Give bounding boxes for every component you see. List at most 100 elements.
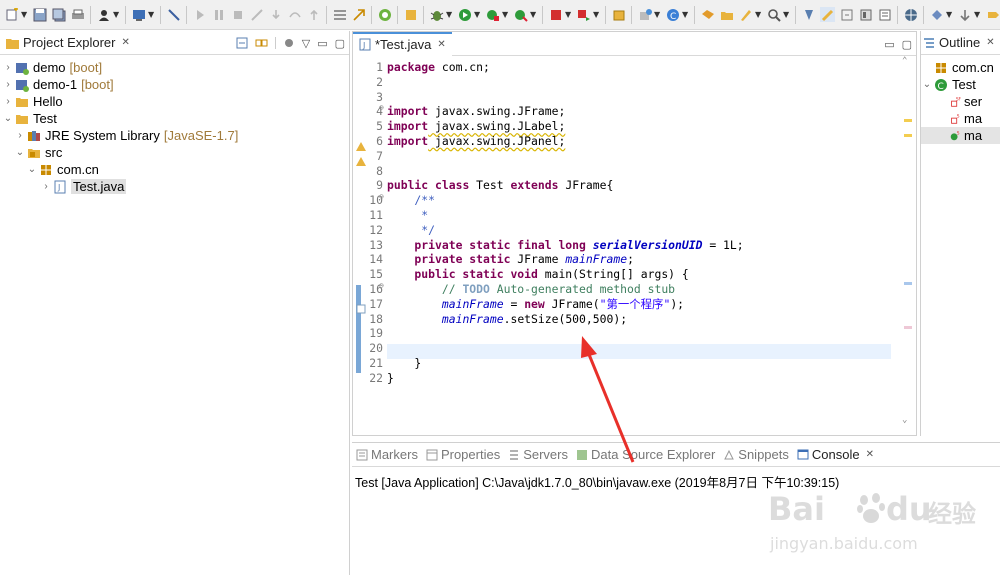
toggle-whitespace-icon[interactable] — [839, 7, 854, 22]
next-annotation-dropdown-arrow[interactable]: ▼ — [946, 10, 953, 19]
tab-markers[interactable]: Markers — [352, 447, 422, 462]
outline-item-package[interactable]: com.cn — [921, 59, 1000, 76]
fold-toggle-icon[interactable]: ⊖ — [379, 281, 384, 290]
tree-item-jre-library[interactable]: › JRE System Library [JavaSE-1.7] — [0, 127, 349, 144]
drop-frame-icon[interactable] — [351, 7, 366, 22]
focus-icon[interactable] — [283, 37, 295, 49]
tab-project-explorer[interactable]: Project Explorer ✕ — [0, 31, 136, 55]
expand-arrow-icon[interactable]: › — [2, 79, 14, 90]
collapse-arrow-icon[interactable]: ⌄ — [26, 164, 38, 175]
new-dropdown-arrow[interactable]: ▼ — [21, 10, 28, 19]
collapse-arrow-icon[interactable]: ⌄ — [14, 147, 26, 158]
tab-outline[interactable]: Outline ✕ — [921, 31, 1000, 55]
maximize-icon[interactable]: ▢ — [902, 38, 912, 51]
open-folder-icon[interactable] — [719, 7, 734, 22]
open-task-icon[interactable] — [700, 7, 715, 22]
tab-servers[interactable]: Servers — [504, 447, 572, 462]
show-source-icon[interactable] — [858, 7, 873, 22]
debug-dropdown-arrow[interactable]: ▼ — [446, 10, 453, 19]
warning-marker[interactable] — [904, 134, 912, 137]
tab-console[interactable]: Console ✕ — [792, 447, 878, 462]
tree-item-demo[interactable]: › demo [boot] — [0, 59, 349, 76]
view-menu-icon[interactable]: ▽ — [302, 37, 310, 50]
suspend-icon[interactable] — [211, 7, 226, 22]
search-dropdown-arrow[interactable]: ▼ — [783, 10, 790, 19]
toggle-mark-occurrences-icon[interactable] — [801, 7, 816, 22]
expand-arrow-icon[interactable]: › — [40, 181, 52, 192]
new-icon[interactable] — [4, 7, 19, 22]
collapse-all-icon[interactable] — [236, 37, 248, 49]
annotation-dropdown-arrow[interactable]: ▼ — [755, 10, 762, 19]
close-icon[interactable]: ✕ — [437, 39, 445, 50]
close-icon[interactable]: ✕ — [986, 37, 994, 48]
tab-snippets[interactable]: Snippets — [719, 447, 793, 462]
stop-server-icon[interactable] — [548, 7, 563, 22]
overview-ruler[interactable]: ⌃ ⌄ — [898, 56, 916, 435]
step-over-icon[interactable] — [287, 7, 302, 22]
print-icon[interactable] — [70, 7, 85, 22]
close-icon[interactable]: ✕ — [121, 37, 129, 48]
debug-icon[interactable] — [429, 7, 444, 22]
tree-item-demo-1[interactable]: › demo-1 [boot] — [0, 76, 349, 93]
fold-toggle-icon[interactable]: ⊖ — [379, 103, 384, 112]
run-dropdown-arrow[interactable]: ▼ — [474, 10, 481, 19]
coverage-dropdown-arrow[interactable]: ▼ — [502, 10, 509, 19]
minimize-icon[interactable]: ▭ — [317, 37, 327, 50]
tree-item-hello[interactable]: › Hello — [0, 93, 349, 110]
next-annotation-icon[interactable] — [929, 7, 944, 22]
search-icon[interactable] — [766, 7, 781, 22]
save-icon[interactable] — [32, 7, 47, 22]
relaunch-icon[interactable] — [576, 7, 591, 22]
tree-item-test-java[interactable]: › J Test.java — [0, 178, 349, 195]
spring-boot-icon[interactable] — [377, 7, 392, 22]
external-tools-icon[interactable] — [513, 7, 528, 22]
fold-toggle-icon[interactable]: ⊖ — [379, 192, 384, 201]
close-icon[interactable]: ✕ — [866, 449, 874, 460]
outline-item-method[interactable]: S ma — [921, 127, 1000, 144]
expand-arrow-icon[interactable]: › — [2, 96, 14, 107]
last-edit-icon[interactable] — [985, 7, 1000, 22]
outline-item-field[interactable]: SF ser — [921, 93, 1000, 110]
stop-dropdown-arrow[interactable]: ▼ — [565, 10, 572, 19]
outline-item-field[interactable]: S ma — [921, 110, 1000, 127]
terminal-dropdown-arrow[interactable]: ▼ — [148, 10, 155, 19]
tab-properties[interactable]: Properties — [422, 447, 504, 462]
block-selection-icon[interactable] — [877, 7, 892, 22]
relaunch-dropdown-arrow[interactable]: ▼ — [593, 10, 600, 19]
warning-marker[interactable] — [904, 119, 912, 122]
user-dropdown-arrow[interactable]: ▼ — [113, 10, 120, 19]
code-area[interactable]: 1 2 3 4 5 6 7 8 9 10 11 12 13 14 15 16 1… — [353, 56, 916, 435]
terminal-icon[interactable] — [131, 7, 146, 22]
expand-arrow-icon[interactable]: › — [2, 62, 14, 73]
occurrence-marker[interactable] — [904, 326, 912, 329]
coverage-icon[interactable] — [485, 7, 500, 22]
tab-data-source-explorer[interactable]: Data Source Explorer — [572, 447, 719, 462]
prev-annotation-dropdown-arrow[interactable]: ▼ — [974, 10, 981, 19]
terminate-icon[interactable] — [230, 7, 245, 22]
task-marker[interactable] — [904, 282, 912, 285]
save-all-icon[interactable] — [51, 7, 66, 22]
web-browser-icon[interactable] — [903, 7, 918, 22]
new-package-icon[interactable] — [637, 7, 652, 22]
new-java-project-icon[interactable] — [611, 7, 626, 22]
external-tools-dropdown-arrow[interactable]: ▼ — [530, 10, 537, 19]
run-icon[interactable] — [457, 7, 472, 22]
new-class-dropdown-arrow[interactable]: ▼ — [682, 10, 689, 19]
annotation-icon[interactable] — [738, 7, 753, 22]
tree-item-src[interactable]: ⌄ src — [0, 144, 349, 161]
scroll-up-icon[interactable]: ⌃ — [902, 56, 907, 66]
open-type-icon[interactable] — [403, 7, 418, 22]
link-with-editor-icon[interactable] — [255, 37, 268, 49]
step-into-icon[interactable] — [268, 7, 283, 22]
new-package-dropdown-arrow[interactable]: ▼ — [654, 10, 661, 19]
toggle-highlight-icon[interactable] — [820, 7, 835, 22]
prev-annotation-icon[interactable] — [957, 7, 972, 22]
use-step-filters-icon[interactable] — [332, 7, 347, 22]
user-icon[interactable] — [96, 7, 111, 22]
scroll-down-icon[interactable]: ⌄ — [902, 415, 907, 425]
resume-icon[interactable] — [192, 7, 207, 22]
collapse-arrow-icon[interactable]: ⌄ — [921, 79, 933, 90]
tree-item-package[interactable]: ⌄ com.cn — [0, 161, 349, 178]
tree-item-test[interactable]: ⌄ Test — [0, 110, 349, 127]
tab-test-java[interactable]: J *Test.java ✕ — [353, 31, 452, 56]
